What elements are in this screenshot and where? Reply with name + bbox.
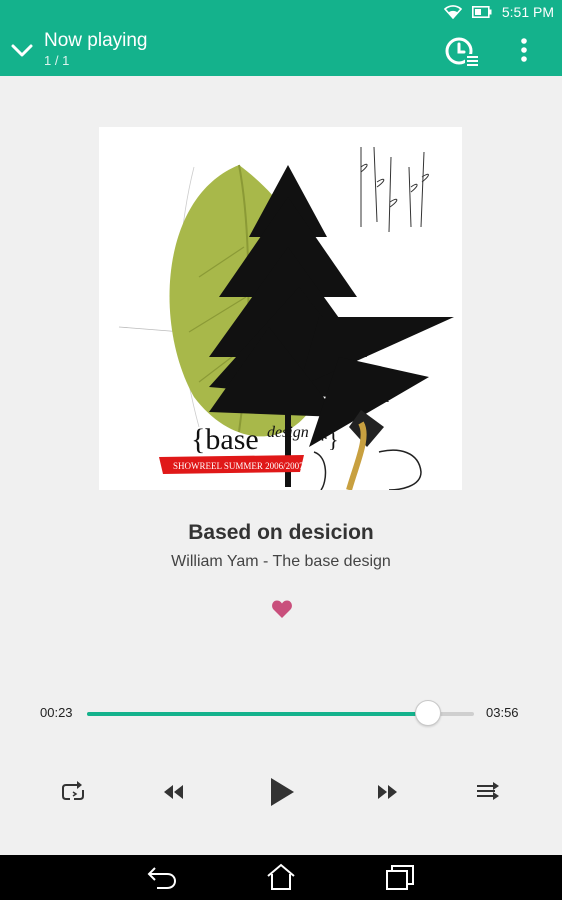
status-time: 5:51 PM [501,4,554,20]
fast-forward-icon[interactable] [377,783,399,801]
chevron-down-icon[interactable] [9,37,35,63]
track-artist-album: William Yam - The base design [171,553,391,570]
status-bar: 5:51 PM [0,0,562,24]
elapsed-time: 00:23 [40,705,73,720]
wifi-icon [443,5,462,19]
rewind-icon[interactable] [162,783,184,801]
seek-thumb[interactable] [414,700,441,726]
album-brand-star: *} [317,427,339,452]
total-duration: 03:56 [486,705,519,720]
play-icon[interactable] [268,776,296,808]
app-bar: Now playing 1 / 1 [0,24,562,76]
recents-icon[interactable] [383,862,417,892]
sleep-timer-icon[interactable] [443,35,479,67]
home-icon[interactable] [264,862,298,892]
queue-position: 1 / 1 [44,53,70,68]
more-vert-icon[interactable] [512,34,536,66]
album-banner-text: SHOWREEL SUMMER 2006/2007 [173,461,304,471]
heart-icon[interactable] [271,598,293,620]
system-nav-bar [0,855,562,900]
track-title: Based on desicion [188,521,374,544]
album-art: {base design *} SHOWREEL SUMMER 2006/200… [99,127,462,490]
battery-icon [471,6,492,18]
album-artwork-image: {base design *} SHOWREEL SUMMER 2006/200… [99,127,462,490]
album-brand-sub: design [267,424,309,441]
repeat-icon[interactable] [61,780,85,804]
seek-bar[interactable] [87,700,474,726]
shuffle-icon[interactable] [476,780,500,802]
page-title: Now playing [44,30,148,51]
album-brand-text: {base [191,423,259,456]
back-icon[interactable] [145,862,179,892]
seek-progress [87,712,428,716]
